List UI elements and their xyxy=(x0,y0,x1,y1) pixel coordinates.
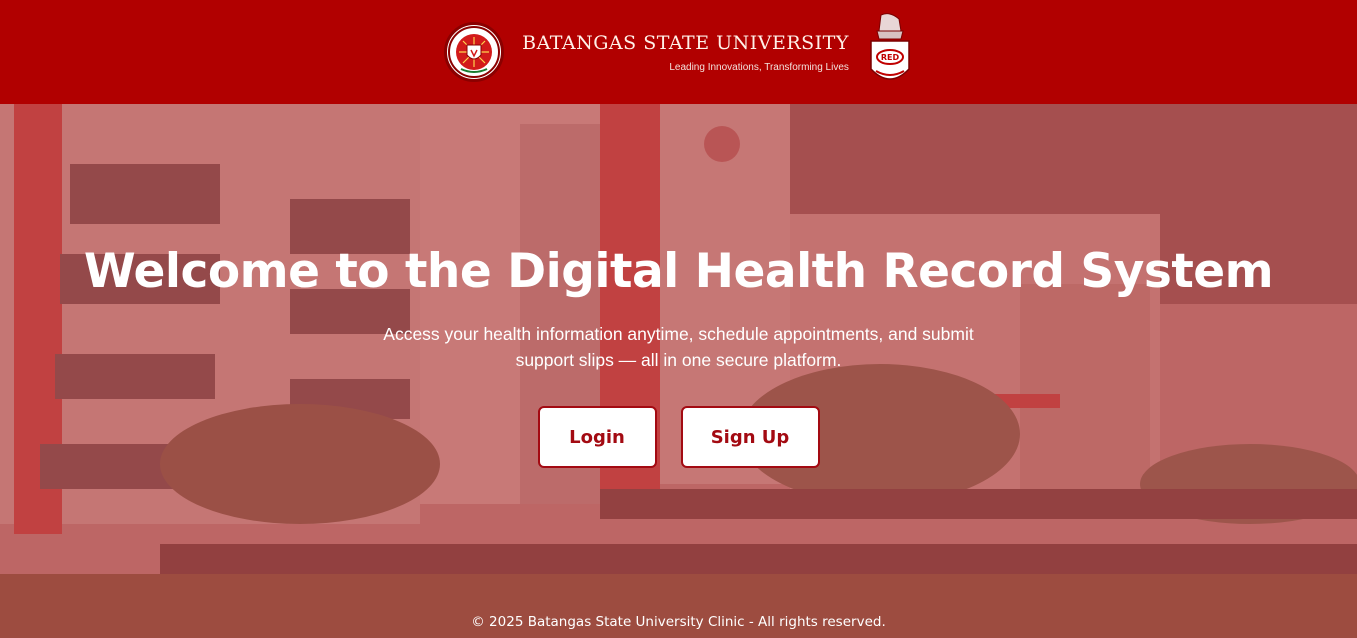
login-button[interactable]: Login xyxy=(537,406,657,468)
svg-text:RED: RED xyxy=(881,53,900,62)
hero-section: Welcome to the Digital Health Record Sys… xyxy=(0,104,1357,638)
red-spartan-mascot-icon: RED xyxy=(867,13,913,91)
university-name: BATANGAS STATE UNIVERSITY xyxy=(522,31,849,54)
university-tagline: Leading Innovations, Transforming Lives xyxy=(669,61,849,73)
action-buttons: Login Sign Up xyxy=(537,406,820,468)
brand: BATANGAS STATE UNIVERSITY Leading Innova… xyxy=(444,13,913,91)
hero-content: Welcome to the Digital Health Record Sys… xyxy=(0,104,1357,638)
university-seal-icon xyxy=(444,22,505,82)
hero-subtitle: Access your health information anytime, … xyxy=(383,324,974,370)
top-header: BATANGAS STATE UNIVERSITY Leading Innova… xyxy=(0,0,1357,104)
page-title: Welcome to the Digital Health Record Sys… xyxy=(83,244,1274,299)
signup-button[interactable]: Sign Up xyxy=(680,406,820,468)
brand-text: BATANGAS STATE UNIVERSITY Leading Innova… xyxy=(522,32,849,73)
footer-copyright: © 2025 Batangas State University Clinic … xyxy=(471,614,886,630)
